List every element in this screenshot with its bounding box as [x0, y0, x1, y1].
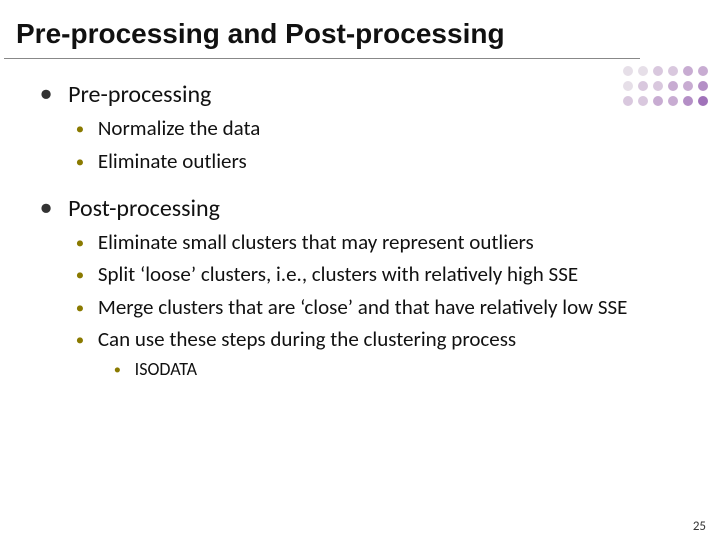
bullet-icon: ●: [76, 267, 84, 285]
bullet-icon: ●: [76, 300, 84, 318]
sub-list-item: ● ISODATA: [114, 357, 700, 381]
list-item: ● Can use these steps during the cluster…: [76, 325, 700, 353]
list-item: ● Merge clusters that are ‘close’ and th…: [76, 293, 700, 321]
section-heading: ● Pre-processing: [40, 79, 700, 110]
section-heading: ● Post-processing: [40, 193, 700, 224]
decorative-dots: [623, 66, 710, 108]
slide-title: Pre-processing and Post-processing: [4, 0, 640, 59]
page-number: 25: [693, 519, 706, 534]
item-text: Normalize the data: [98, 114, 260, 142]
bullet-icon: ●: [76, 121, 84, 139]
slide-content: ● Pre-processing ● Normalize the data ● …: [0, 59, 720, 396]
item-text: Eliminate outliers: [98, 147, 247, 175]
item-text: Can use these steps during the clusterin…: [98, 325, 516, 353]
heading-text: Post-processing: [68, 193, 220, 224]
item-text: Merge clusters that are ‘close’ and that…: [98, 293, 628, 321]
heading-text: Pre-processing: [68, 79, 211, 110]
list-item: ● Split ‘loose’ clusters, i.e., clusters…: [76, 260, 700, 288]
bullet-icon: ●: [76, 154, 84, 172]
list-item: ● Eliminate small clusters that may repr…: [76, 228, 700, 256]
bullet-icon: ●: [76, 332, 84, 350]
bullet-icon: ●: [76, 235, 84, 253]
bullet-icon: ●: [114, 363, 121, 378]
bullet-icon: ●: [40, 79, 52, 109]
bullet-icon: ●: [40, 193, 52, 223]
list-item: ● Eliminate outliers: [76, 147, 700, 175]
item-text: Split ‘loose’ clusters, i.e., clusters w…: [98, 260, 578, 288]
list-item: ● Normalize the data: [76, 114, 700, 142]
item-text: Eliminate small clusters that may repres…: [98, 228, 534, 256]
subitem-text: ISODATA: [135, 357, 197, 381]
